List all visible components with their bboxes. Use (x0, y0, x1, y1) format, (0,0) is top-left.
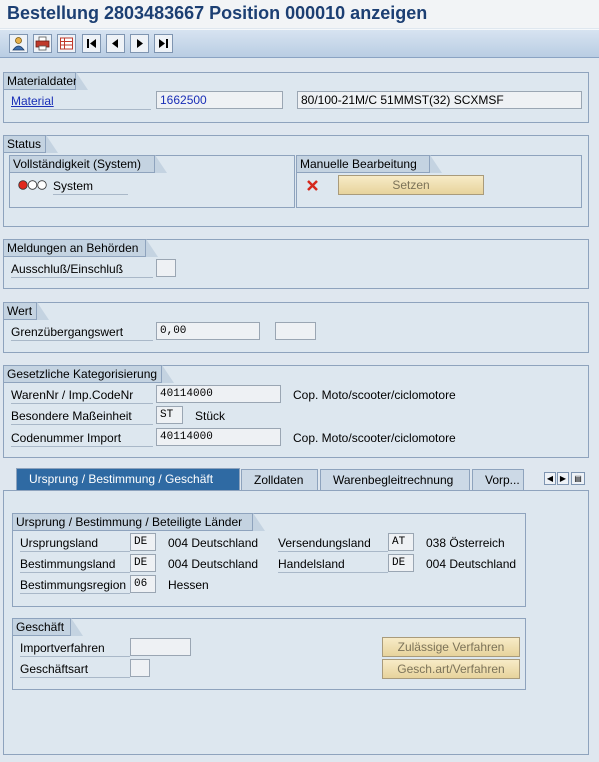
geschaeftsart-field[interactable] (130, 659, 150, 677)
application-toolbar (0, 29, 599, 58)
traffic-light-icon (18, 179, 48, 194)
versendungsland-text: 038 Österreich (426, 536, 505, 550)
kategorisierung-header: Gesetzliche Kategorisierung (4, 365, 174, 383)
importverfahren-label: Importverfahren (20, 640, 130, 657)
ausschluss-label: Ausschluß/Einschluß (11, 261, 153, 278)
vollstaendigkeit-group: Vollständigkeit (System) System (9, 155, 295, 208)
tab-vorp[interactable]: Vorp... (472, 469, 524, 491)
tab-scroll-left-icon[interactable]: ◀ (544, 472, 556, 485)
grenzuebergangswert-label: Grenzübergangswert (11, 324, 153, 341)
bestimmungsregion-field[interactable]: 06 (130, 575, 156, 593)
tab-zolldaten[interactable]: Zolldaten (241, 469, 318, 491)
material-number-field[interactable]: 1662500 (156, 91, 283, 109)
manuelle-bearbeitung-group: Manuelle Bearbeitung Setzen (296, 155, 582, 208)
last-page-icon[interactable] (154, 34, 173, 53)
status-header: Status (4, 135, 58, 153)
material-description-field[interactable]: 80/100-21M/C 51MMST(32) SCXMSF (297, 91, 582, 109)
warennr-description: Cop. Moto/scooter/ciclomotore (293, 388, 456, 402)
grenzuebergangswert-field[interactable]: 0,00 (156, 322, 260, 340)
geschaeftsart-label: Geschäftsart (20, 661, 130, 678)
codenummer-field[interactable]: 40114000 (156, 428, 281, 446)
tab-ursprung[interactable]: Ursprung / Bestimmung / Geschäft (16, 468, 240, 492)
ursprungsland-text: 004 Deutschland (168, 536, 259, 550)
first-page-icon[interactable] (82, 34, 101, 53)
importverfahren-field[interactable] (130, 638, 191, 656)
setzen-button[interactable]: Setzen (338, 175, 484, 195)
materialdaten-header: Materialdaten (4, 72, 88, 90)
kategorisierung-group: Gesetzliche Kategorisierung WarenNr / Im… (3, 365, 589, 458)
previous-page-icon[interactable] (106, 34, 125, 53)
handelsland-field[interactable]: DE (388, 554, 414, 572)
codenummer-label: Codenummer Import (11, 430, 153, 447)
material-label[interactable]: Material (11, 93, 151, 110)
warennr-field[interactable]: 40114000 (156, 385, 281, 403)
status-group: Status Vollständigkeit (System) System M… (3, 135, 589, 227)
massseinheit-field[interactable]: ST (156, 406, 183, 424)
tab-pane: Ursprung / Bestimmung / Beteiligte Lände… (3, 490, 589, 755)
versendungsland-field[interactable]: AT (388, 533, 414, 551)
ursprung-header: Ursprung / Bestimmung / Beteiligte Lände… (13, 513, 265, 531)
gesch-art-verfahren-button[interactable]: Gesch.art/Verfahren (382, 659, 520, 679)
page-title: Bestellung 2803483667 Position 000010 an… (0, 0, 599, 28)
massseinheit-description: Stück (195, 409, 226, 423)
next-page-icon[interactable] (130, 34, 149, 53)
bestimmungsland-field[interactable]: DE (130, 554, 156, 572)
tab-warenbegleitrechnung[interactable]: Warenbegleitrechnung (320, 469, 470, 491)
geschaeft-group: Geschäft Importverfahren Geschäftsart Zu… (12, 618, 526, 690)
bestimmungsregion-text: Hessen (168, 578, 209, 592)
handelsland-text: 004 Deutschland (426, 557, 517, 571)
codenummer-description: Cop. Moto/scooter/ciclomotore (293, 431, 456, 445)
zulaessige-verfahren-button[interactable]: Zulässige Verfahren (382, 637, 520, 657)
handelsland-label: Handelsland (278, 556, 388, 573)
warennr-label: WarenNr / Imp.CodeNr (11, 387, 153, 404)
system-label: System (53, 178, 128, 195)
manuelle-bearbeitung-header: Manuelle Bearbeitung (297, 155, 442, 173)
person-icon[interactable] (9, 34, 28, 53)
bestimmungsland-text: 004 Deutschland (168, 557, 259, 571)
bestimmungsland-label: Bestimmungsland (20, 556, 130, 573)
massseinheit-label: Besondere Maßeinheit (11, 408, 153, 425)
wert-header: Wert (4, 302, 49, 320)
error-x-icon (307, 180, 318, 194)
tab-list-icon[interactable]: ▤ (571, 472, 585, 485)
printer-icon[interactable] (33, 34, 52, 53)
versendungsland-label: Versendungsland (278, 535, 388, 552)
geschaeft-header: Geschäft (13, 618, 83, 636)
wert-group: Wert Grenzübergangswert 0,00 (3, 302, 589, 353)
meldungen-header: Meldungen an Behörden (4, 239, 158, 257)
vollstaendigkeit-header: Vollständigkeit (System) (10, 155, 167, 173)
ausschluss-field[interactable] (156, 259, 176, 277)
ursprungsland-label: Ursprungsland (20, 535, 130, 552)
table-icon[interactable] (57, 34, 76, 53)
ursprung-group: Ursprung / Bestimmung / Beteiligte Lände… (12, 513, 526, 607)
currency-field[interactable] (275, 322, 316, 340)
bestimmungsregion-label: Bestimmungsregion (20, 577, 130, 594)
ursprungsland-field[interactable]: DE (130, 533, 156, 551)
materialdaten-group: Materialdaten Material 1662500 80/100-21… (3, 72, 589, 123)
tab-scroll-right-icon[interactable]: ▶ (557, 472, 569, 485)
meldungen-group: Meldungen an Behörden Ausschluß/Einschlu… (3, 239, 589, 289)
